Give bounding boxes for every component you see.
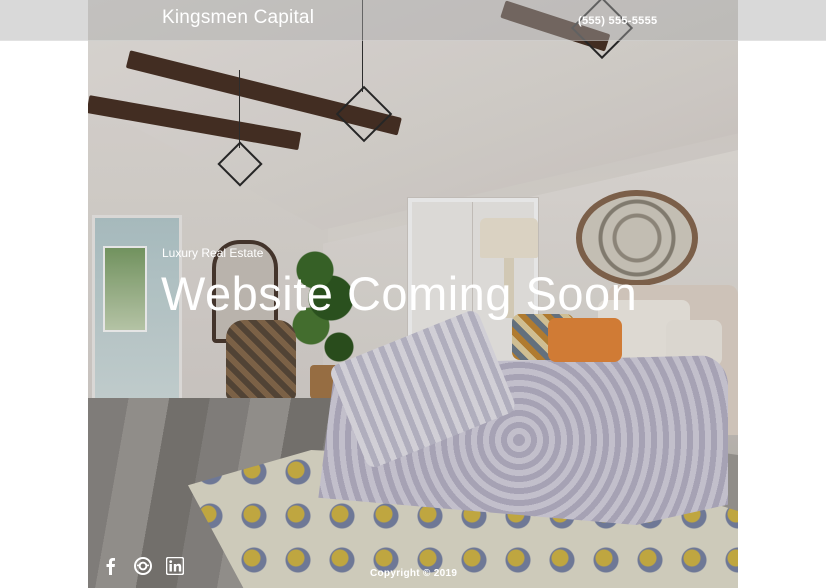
linkedin-icon[interactable] <box>165 556 185 576</box>
phone-link[interactable]: (555) 555-5555 <box>578 15 657 27</box>
instagram-icon[interactable] <box>133 556 153 576</box>
facebook-icon[interactable] <box>100 556 120 576</box>
hero-headline: Website Coming Soon <box>161 267 638 320</box>
brand-logo-link[interactable]: Kingsmen Capital <box>162 7 314 29</box>
copyright-text: Copyright © 2019 <box>370 568 458 579</box>
hero-tagline: Luxury Real Estate <box>162 246 264 260</box>
header-bar: Kingsmen Capital (555) 555-5555 <box>0 0 826 41</box>
